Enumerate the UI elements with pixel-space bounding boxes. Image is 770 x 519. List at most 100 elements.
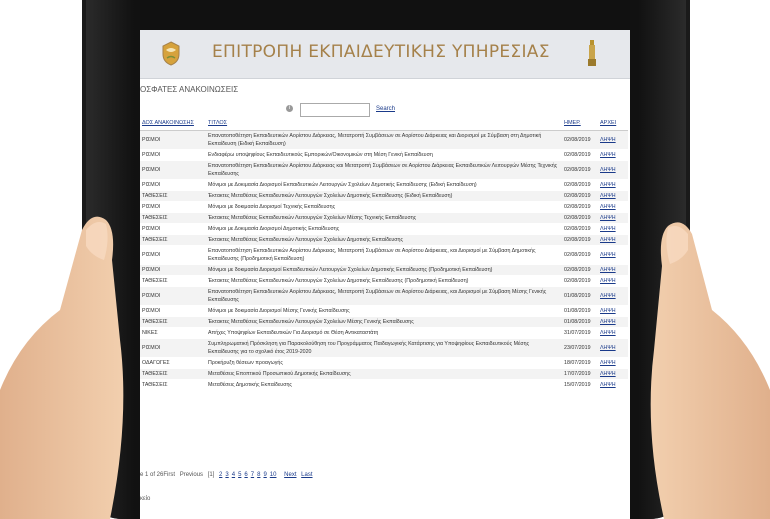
row-date: 02/08/2019 <box>562 149 598 161</box>
table-row: ΤΑΘΕΣΕΙΣ Έκτακτες Μεταθέσεις Εκπαιδευτικώ… <box>140 190 628 202</box>
table-row: ΡΙΣΜΟΙ Μόνιμοι με δοκιμασία Διορισμοί Εκπ… <box>140 264 628 276</box>
pagination-page-link[interactable]: 2 <box>219 472 222 478</box>
row-date: 02/08/2019 <box>562 212 598 224</box>
search-button[interactable]: Search <box>376 106 395 112</box>
column-header-file[interactable]: ΑΡΧΕΙ <box>598 116 628 131</box>
section-title: ΟΣΦΑΤΕΣ ΑΝΑΚΟΙΝΩΣΕΙΣ <box>140 85 239 94</box>
table-row: ΤΑΘΕΣΕΙΣ Μεταθέσεις Εποπτικού Προσωπικού … <box>140 368 628 380</box>
table-row: ΡΙΣΜΟΙ Μόνιμοι με Δοκιμασία Διορισμοί Δημ… <box>140 223 628 235</box>
row-category: ΡΙΣΜΟΙ <box>140 179 206 191</box>
row-date: 01/08/2019 <box>562 316 598 328</box>
row-title: Μεταθέσεις Δημοτικής Εκπαίδευσης <box>206 379 562 391</box>
table-row: ΡΙΣΜΟΙ Επανατοποθέτηση Εκπαιδευτικών Αορί… <box>140 286 628 306</box>
row-title: Έκτακτες Μεταθέσεις Εκπαιδευτικών Λειτου… <box>206 212 562 224</box>
row-category: ΡΙΣΜΟΙ <box>140 160 206 180</box>
pagination-page-link[interactable]: 9 <box>263 472 266 478</box>
site-title: ΕΠΙΤΡΟΠΗ ΕΚΠΑΙΔΕΥΤΙΚΗΣ ΥΠΗΡΕΣΙΑΣ <box>212 42 550 62</box>
row-title: Επανατοποθέτηση Εκπαιδευτικών Αορίστου Δ… <box>206 130 562 150</box>
row-date: 02/08/2019 <box>562 234 598 246</box>
right-hand <box>650 222 770 519</box>
column-header-category[interactable]: ΔΟΣ ΑΝΑΚΟΙΝΩΣΗΣ <box>140 116 206 131</box>
row-title: Μόνιμοι με δοκιμασία Διορισμοί Εκπαιδευτ… <box>206 264 562 276</box>
row-title: Έκτακτες Μεταθέσεις Εκπαιδευτικών Λειτου… <box>206 234 562 246</box>
table-row: ΤΑΘΕΣΕΙΣ Έκτακτες Μεταθέσεις Εκπαιδευτικώ… <box>140 316 628 328</box>
row-title: Προκήρυξη θέσεων προαγωγής <box>206 357 562 369</box>
row-title: Απήχες Υποψηφίων Εκπαιδευτικών Για Διορι… <box>206 327 562 339</box>
row-download-link[interactable]: ΛΗΨΗ <box>598 149 628 161</box>
row-date: 31/07/2019 <box>562 327 598 339</box>
row-download-link[interactable]: ΛΗΨΗ <box>598 130 628 150</box>
row-title: Έκτακτες Μεταθέσεις Εκπαιδευτικών Λειτου… <box>206 275 562 287</box>
row-date: 18/07/2019 <box>562 357 598 369</box>
row-date: 01/08/2019 <box>562 305 598 317</box>
site-header: ΕΠΙΤΡΟΠΗ ΕΚΠΑΙΔΕΥΤΙΚΗΣ ΥΠΗΡΕΣΙΑΣ <box>140 30 630 79</box>
table-row: ΡΙΣΜΟΙ Επανατοποθέτηση Εκπαιδευτικών Αορί… <box>140 245 628 265</box>
table-row: ΟΔΑΓΩΓΕΣ Προκήρυξη θέσεων προαγωγής 18/07/… <box>140 357 628 369</box>
row-date: 23/07/2019 <box>562 338 598 358</box>
pagination-page-link[interactable]: 8 <box>257 472 260 478</box>
row-title: Επανατοποθέτηση Εκπαιδευτικών Αορίστου Δ… <box>206 286 562 306</box>
row-title: Έκτακτες Μεταθέσεις Εκπαιδευτικών Λειτου… <box>206 316 562 328</box>
pagination-page-link[interactable]: 10 <box>270 472 277 478</box>
row-category: ΡΙΣΜΟΙ <box>140 149 206 161</box>
row-title: Επανατοποθέτηση Εκπαιδευτικών Αορίστου Δ… <box>206 245 562 265</box>
table-row: ΡΙΣΜΟΙ Επανατοποθέτηση Εκπαιδευτικών Αορί… <box>140 160 628 180</box>
table-row: ΡΙΣΜΟΙ Ενδιαφέρω υποψηφίους Εκπαιδευτικού… <box>140 149 628 161</box>
row-date: 02/08/2019 <box>562 201 598 213</box>
left-hand <box>0 216 124 519</box>
row-date: 02/08/2019 <box>562 160 598 180</box>
row-title: Ενδιαφέρω υποψηφίους Εκπαιδευτικούς Εμπο… <box>206 149 562 161</box>
row-date: 02/08/2019 <box>562 275 598 287</box>
pagination-page-link[interactable]: 5 <box>238 472 241 478</box>
row-date: 02/08/2019 <box>562 223 598 235</box>
row-title: Μόνιμοι με Δοκιμασία Διορισμοί Δημοτικής… <box>206 223 562 235</box>
table-row: ΡΙΣΜΟΙ Μόνιμοι με Δοκιμασία Διορισμοί Εκπ… <box>140 179 628 191</box>
table-row: ΤΑΘΕΣΕΙΣ Έκτακτες Μεταθέσεις Εκπαιδευτικώ… <box>140 234 628 246</box>
table-row: ΡΙΣΜΟΙ Μόνιμοι με δοκιμασία Διορισμοί Μέσ… <box>140 305 628 317</box>
pagination-previous[interactable]: Previous <box>180 472 203 478</box>
table-row: ΡΙΣΜΟΙ Μόνιμοι με δοκιμασία Διορισμοί Τεχ… <box>140 201 628 213</box>
table-row: ΡΙΣΜΟΙ Επανατοποθέτηση Εκπαιδευτικών Αορί… <box>140 130 628 150</box>
pagination-page-link[interactable]: 3 <box>225 472 228 478</box>
announcements-table: ΔΟΣ ΑΝΑΚΟΙΝΩΣΗΣ ΤΙΤΛΟΣ ΗΜΕΡ. ΑΡΧΕΙ ΡΙΣΜΟ… <box>140 116 628 391</box>
row-date: 02/08/2019 <box>562 179 598 191</box>
row-date: 02/08/2019 <box>562 130 598 150</box>
table-body: ΡΙΣΜΟΙ Επανατοποθέτηση Εκπαιδευτικών Αορί… <box>140 130 628 391</box>
pagination: e 1 of 26First Previous [1] 2 3 4 5 6 7 8 9 10 N… <box>140 472 316 478</box>
pagination-page-link[interactable]: 6 <box>244 472 247 478</box>
search-input[interactable] <box>300 103 370 117</box>
search-bar: i Search <box>286 103 586 117</box>
table-row: ΤΑΘΕΣΕΙΣ Μεταθέσεις Δημοτικής Εκπαίδευσης… <box>140 379 628 391</box>
statue-icon <box>588 40 596 66</box>
row-title: Μόνιμοι με δοκιμασία Διορισμοί Μέσης Γεν… <box>206 305 562 317</box>
row-title: Επανατοποθέτηση Εκπαιδευτικών Αορίστου Δ… <box>206 160 562 180</box>
column-header-date[interactable]: ΗΜΕΡ. <box>562 116 598 131</box>
tablet-screen: ΕΠΙΤΡΟΠΗ ΕΚΠΑΙΔΕΥΤΙΚΗΣ ΥΠΗΡΕΣΙΑΣ ΟΣΦΑΤΕΣ… <box>140 30 630 519</box>
row-date: 01/08/2019 <box>562 286 598 306</box>
table-row: ΡΙΣΜΟΙ Συμπληρωματική Πρόσκληση για Παρακ… <box>140 338 628 358</box>
row-category: ΡΙΣΜΟΙ <box>140 130 206 150</box>
row-title: Μόνιμοι με Δοκιμασία Διορισμοί Εκπαιδευτ… <box>206 179 562 191</box>
pagination-next[interactable]: Next <box>284 472 296 478</box>
row-date: 15/07/2019 <box>562 379 598 391</box>
row-download-link[interactable]: ΛΗΨΗ <box>598 160 628 180</box>
row-title: Έκτακτες Μεταθέσεις Εκπαιδευτικών Λειτου… <box>206 190 562 202</box>
pagination-pages: 2 3 4 5 6 7 8 9 10 <box>219 472 279 478</box>
row-title: Μόνιμοι με δοκιμασία Διορισμοί Τεχνικής … <box>206 201 562 213</box>
row-date: 02/08/2019 <box>562 264 598 276</box>
pagination-current: [1] <box>207 472 215 478</box>
pagination-last[interactable]: Last <box>301 472 312 478</box>
row-date: 02/08/2019 <box>562 190 598 202</box>
row-date: 02/08/2019 <box>562 245 598 265</box>
row-title: Συμπληρωματική Πρόσκληση για Παρακολούθη… <box>206 338 562 358</box>
row-download-link[interactable]: ΛΗΨΗ <box>598 179 628 191</box>
pagination-page-link[interactable]: 7 <box>251 472 254 478</box>
table-row: ΤΑΘΕΣΕΙΣ Έκτακτες Μεταθέσεις Εκπαιδευτικώ… <box>140 212 628 224</box>
pagination-page-link[interactable]: 4 <box>232 472 235 478</box>
column-header-title[interactable]: ΤΙΤΛΟΣ <box>206 116 562 131</box>
info-icon[interactable]: i <box>286 105 293 112</box>
row-title: Μεταθέσεις Εποπτικού Προσωπικού Δημοτική… <box>206 368 562 380</box>
table-row: ΝΙΚΕΣ Απήχες Υποψηφίων Εκπαιδευτικών Για … <box>140 327 628 339</box>
table-header-row: ΔΟΣ ΑΝΑΚΟΙΝΩΣΗΣ ΤΙΤΛΟΣ ΗΜΕΡ. ΑΡΧΕΙ <box>140 116 628 131</box>
cyprus-emblem-icon <box>162 41 180 66</box>
